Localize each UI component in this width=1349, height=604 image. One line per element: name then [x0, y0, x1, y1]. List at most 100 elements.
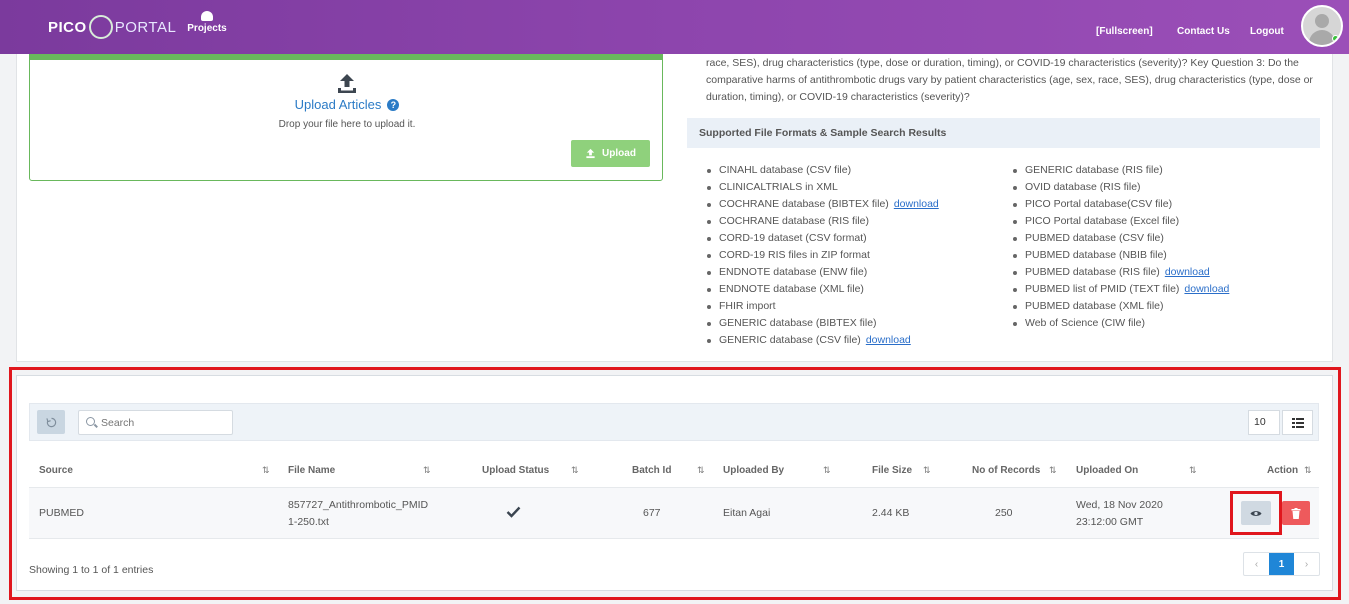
fullscreen-link[interactable]: [Fullscreen] [1096, 26, 1153, 37]
nav-projects[interactable]: Projects [185, 11, 229, 34]
pagination: ‹ 1 › [1243, 552, 1320, 576]
column-toggle-button[interactable] [1282, 410, 1313, 435]
col-header-source[interactable]: Source [39, 465, 73, 476]
upload-button-icon [586, 148, 595, 159]
sort-icon[interactable]: ⇅ [697, 465, 705, 476]
help-icon[interactable]: ? [387, 99, 400, 111]
format-item: CORD-19 dataset (CSV format) [707, 230, 939, 247]
format-item-label: CLINICALTRIALS in XML [719, 181, 838, 193]
pagination-next[interactable]: › [1294, 553, 1319, 575]
upload-dropzone[interactable]: Upload Articles? Drop your file here to … [29, 54, 663, 181]
sort-icon[interactable]: ⇅ [423, 465, 431, 476]
format-item: ENDNOTE database (ENW file) [707, 264, 939, 281]
format-item: GENERIC database (BIBTEX file) [707, 315, 939, 332]
format-item: OVID database (RIS file) [1012, 179, 1229, 196]
format-item-label: PUBMED database (NBIB file) [1025, 249, 1167, 261]
download-link[interactable]: download [894, 198, 939, 210]
format-item-label: PICO Portal database (Excel file) [1025, 215, 1180, 227]
sort-icon[interactable]: ⇅ [571, 465, 579, 476]
table-grid-icon [1291, 417, 1304, 428]
cell-uploaded-by: Eitan Agai [723, 507, 771, 519]
page-size-select[interactable]: 10 [1248, 410, 1280, 435]
format-item: GENERIC database (CSV file) download [707, 332, 939, 349]
checkmark-icon [506, 506, 521, 518]
upload-button-label: Upload [602, 148, 636, 159]
logo-ring-icon [88, 15, 113, 39]
pagination-page-1[interactable]: 1 [1269, 553, 1294, 575]
formats-list-right: GENERIC database (RIS file) OVID database… [1012, 162, 1229, 332]
col-header-upload-status[interactable]: Upload Status [482, 465, 549, 476]
top-nav-bar: PICO PORTAL Projects [Fullscreen] Contac… [0, 0, 1349, 54]
format-item-label: FHIR import [719, 300, 776, 312]
search-input[interactable] [101, 414, 229, 431]
trash-icon [1291, 507, 1301, 519]
logo-pico-text: PICO [48, 18, 87, 36]
format-item: PUBMED database (RIS file) download [1012, 264, 1229, 281]
format-item: PICO Portal database (Excel file) [1012, 213, 1229, 230]
format-item: COCHRANE database (RIS file) [707, 213, 939, 230]
col-header-uploaded-by[interactable]: Uploaded By [723, 465, 784, 476]
format-item: PICO Portal database(CSV file) [1012, 196, 1229, 213]
supported-formats-heading: Supported File Formats & Sample Search R… [687, 118, 1320, 148]
contact-us-link[interactable]: Contact Us [1177, 26, 1230, 37]
refresh-button[interactable] [37, 410, 65, 434]
upload-articles-title: Upload Articles [294, 97, 382, 112]
format-item-label: CORD-19 RIS files in ZIP format [719, 249, 870, 261]
cell-file-name-line1: 857727_Antithrombotic_PMID [288, 499, 429, 511]
download-link[interactable]: download [1165, 266, 1210, 278]
format-item-label: COCHRANE database (RIS file) [719, 215, 869, 227]
format-item-label: OVID database (RIS file) [1025, 181, 1141, 193]
upload-articles-heading: Upload Articles? [30, 97, 664, 112]
formats-list-left: CINAHL database (CSV file) CLINICALTRIALS… [707, 162, 939, 349]
cell-records: 250 [995, 507, 1013, 519]
key-question-text: race, SES), drug characteristics (type, … [706, 57, 1313, 103]
sort-icon[interactable]: ⇅ [1304, 465, 1312, 476]
sort-icon[interactable]: ⇅ [262, 465, 270, 476]
col-header-records[interactable]: No of Records [972, 465, 1040, 476]
online-status-dot [1332, 35, 1339, 42]
cell-file-name-line2: 1-250.txt [288, 516, 329, 528]
sort-icon[interactable]: ⇅ [1049, 465, 1057, 476]
delete-button[interactable] [1282, 501, 1310, 525]
col-header-file-size[interactable]: File Size [872, 465, 912, 476]
search-box[interactable] [78, 410, 233, 435]
download-link[interactable]: download [1184, 283, 1229, 295]
format-item-label: CINAHL database (CSV file) [719, 164, 852, 176]
sort-icon[interactable]: ⇅ [923, 465, 931, 476]
sort-icon[interactable]: ⇅ [1189, 465, 1197, 476]
format-item: CINAHL database (CSV file) [707, 162, 939, 179]
format-item: COCHRANE database (BIBTEX file) download [707, 196, 939, 213]
download-link[interactable]: download [866, 334, 911, 346]
cell-source: PUBMED [39, 507, 84, 519]
format-item-label: PUBMED database (RIS file) [1025, 266, 1160, 278]
refresh-icon [45, 417, 56, 427]
highlight-frame [9, 367, 1341, 600]
nav-projects-label: Projects [187, 23, 227, 34]
user-avatar[interactable] [1301, 5, 1343, 47]
format-item: GENERIC database (RIS file) [1012, 162, 1229, 179]
pico-portal-logo[interactable]: PICO PORTAL [48, 12, 176, 42]
format-item-label: GENERIC database (BIBTEX file) [719, 317, 877, 329]
view-button[interactable] [1241, 501, 1271, 525]
upload-button[interactable]: Upload [571, 140, 650, 167]
entries-summary: Showing 1 to 1 of 1 entries [29, 564, 154, 576]
col-header-file-name[interactable]: File Name [288, 465, 335, 476]
format-item: FHIR import [707, 298, 939, 315]
col-header-batch-id[interactable]: Batch Id [632, 465, 671, 476]
cell-uploaded-on-time: 23:12:00 GMT [1076, 516, 1144, 528]
pagination-prev[interactable]: ‹ [1244, 553, 1269, 575]
format-item-label: PICO Portal database(CSV file) [1025, 198, 1173, 210]
table-toolbar: 10 [29, 403, 1319, 441]
format-item: Web of Science (CIW file) [1012, 315, 1229, 332]
format-item-label: GENERIC database (RIS file) [1025, 164, 1163, 176]
logout-link[interactable]: Logout [1250, 26, 1284, 37]
sort-icon[interactable]: ⇅ [823, 465, 831, 476]
format-item: CLINICALTRIALS in XML [707, 179, 939, 196]
format-item-label: PUBMED database (CSV file) [1025, 232, 1164, 244]
dashboard-gauge-icon [201, 11, 213, 21]
logo-portal-text: PORTAL [114, 18, 177, 36]
avatar-head-shape [1315, 14, 1329, 28]
col-header-uploaded-on[interactable]: Uploaded On [1076, 465, 1138, 476]
format-item-label: COCHRANE database (BIBTEX file) [719, 198, 889, 210]
format-item-label: CORD-19 dataset (CSV format) [719, 232, 867, 244]
